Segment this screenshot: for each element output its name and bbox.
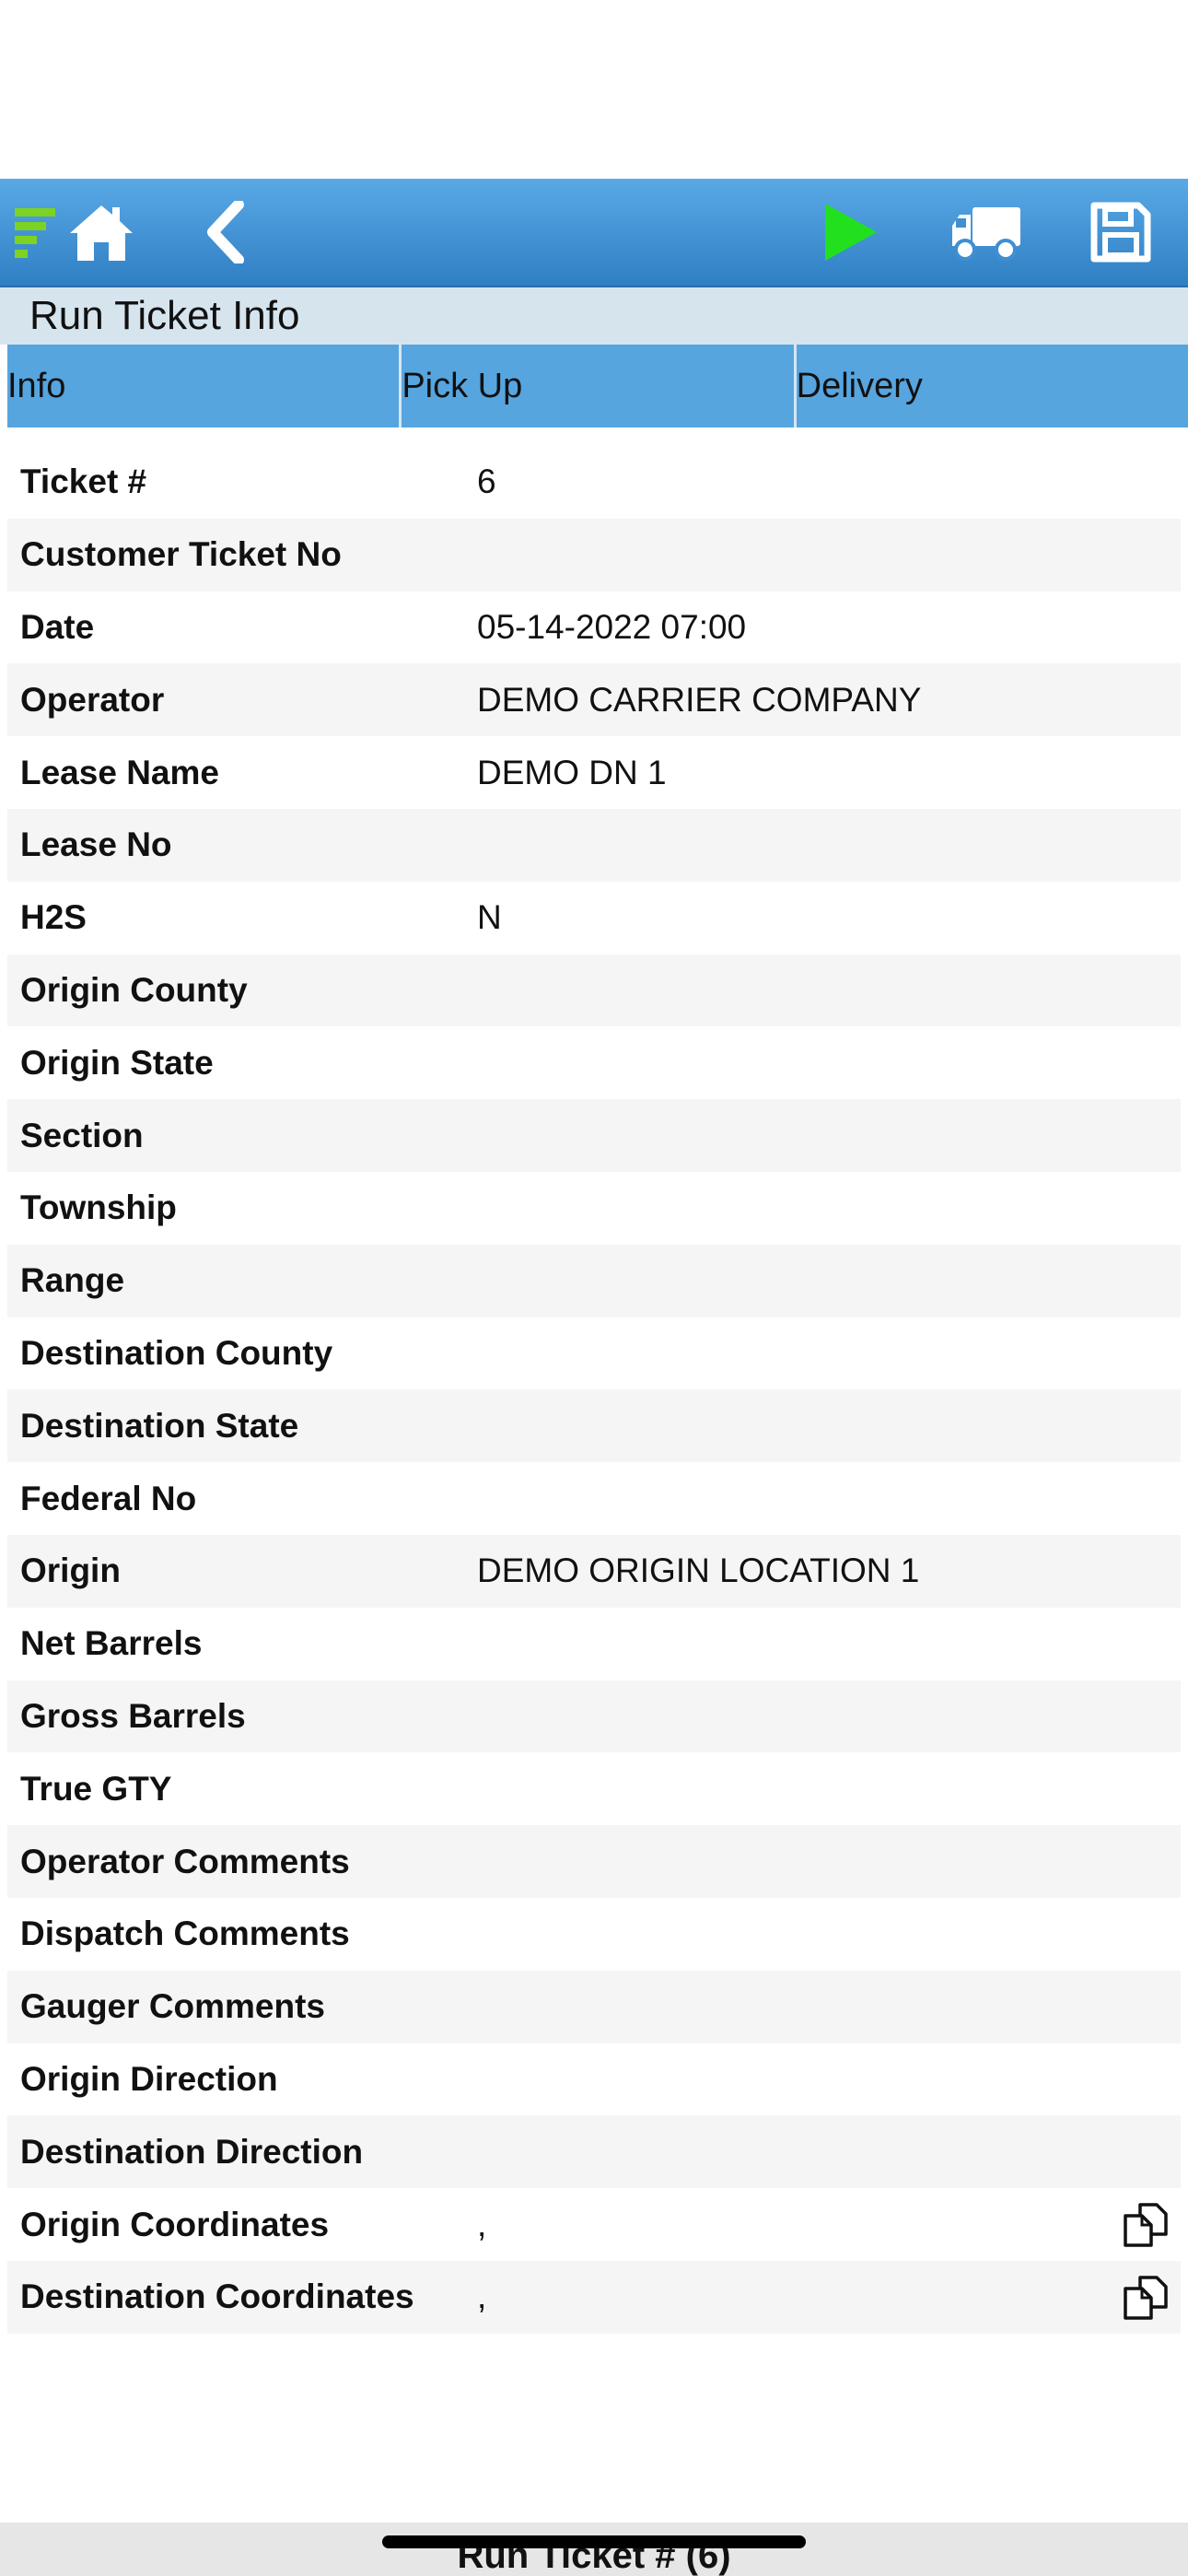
table-row: Operator DEMO CARRIER COMPANY bbox=[7, 663, 1181, 737]
field-value: DEMO DN 1 bbox=[477, 753, 667, 791]
field-label: True GTY bbox=[20, 1769, 172, 1808]
field-label: H2S bbox=[20, 898, 87, 937]
field-label: Destination Coordinates bbox=[20, 2277, 414, 2316]
table-row: Destination Direction bbox=[7, 2115, 1181, 2189]
table-row: Federal No bbox=[7, 1462, 1181, 1535]
table-row: Origin DEMO ORIGIN LOCATION 1 bbox=[7, 1534, 1181, 1608]
table-row: Origin Coordinates , bbox=[7, 2188, 1181, 2261]
field-label: Township bbox=[20, 1188, 177, 1227]
table-row: Origin Direction bbox=[7, 2043, 1181, 2116]
field-label: Operator bbox=[20, 680, 165, 719]
status-bar-area bbox=[0, 0, 1188, 179]
field-label: Gross Barrels bbox=[20, 1696, 246, 1735]
field-label: Operator Comments bbox=[20, 1842, 350, 1880]
table-row: Ticket # 6 bbox=[7, 446, 1181, 519]
ticket-info-table: Ticket # 6 Customer Ticket No Date 05-14-2… bbox=[7, 446, 1181, 2334]
copy-icon[interactable] bbox=[1122, 2201, 1170, 2249]
field-label: Destination County bbox=[20, 1333, 333, 1372]
back-icon[interactable] bbox=[195, 179, 256, 286]
field-value: N bbox=[477, 898, 502, 937]
field-label: Customer Ticket No bbox=[20, 535, 342, 574]
table-row: Gauger Comments bbox=[7, 1970, 1181, 2043]
table-row: Destination Coordinates , bbox=[7, 2260, 1181, 2334]
table-row: True GTY bbox=[7, 1752, 1181, 1826]
top-toolbar bbox=[0, 179, 1188, 287]
tab-info[interactable]: Info bbox=[7, 345, 402, 427]
section-header: Run Ticket Info bbox=[0, 287, 1188, 345]
field-label: Origin Direction bbox=[20, 2059, 278, 2098]
field-label: Origin County bbox=[20, 970, 248, 1009]
table-row: Date 05-14-2022 07:00 bbox=[7, 591, 1181, 664]
footer-bar: Run Ticket # (6) bbox=[0, 2523, 1188, 2576]
page-title: Run Ticket Info bbox=[29, 293, 300, 338]
table-row: Township bbox=[7, 1171, 1181, 1245]
field-label: Destination Direction bbox=[20, 2132, 364, 2171]
save-icon[interactable] bbox=[1087, 179, 1155, 286]
field-label: Origin bbox=[20, 1551, 121, 1590]
field-label: Origin Coordinates bbox=[20, 2205, 330, 2243]
tab-delivery[interactable]: Delivery bbox=[796, 345, 1188, 427]
field-label: Gauger Comments bbox=[20, 1987, 326, 2026]
table-row: Gross Barrels bbox=[7, 1680, 1181, 1753]
table-row: Operator Comments bbox=[7, 1825, 1181, 1898]
field-value: 05-14-2022 07:00 bbox=[477, 607, 747, 646]
field-label: Section bbox=[20, 1116, 144, 1154]
copy-icon[interactable] bbox=[1122, 2274, 1170, 2322]
field-value: , bbox=[477, 2277, 487, 2316]
table-row: Section bbox=[7, 1099, 1181, 1172]
table-row: Lease Name DEMO DN 1 bbox=[7, 736, 1181, 809]
table-row: Customer Ticket No bbox=[7, 518, 1181, 591]
tab-bar: Info Pick Up Delivery bbox=[7, 345, 1188, 427]
table-row: Lease No bbox=[7, 808, 1181, 882]
field-label: Destination State bbox=[20, 1406, 299, 1445]
truck-icon[interactable] bbox=[947, 179, 1026, 286]
table-row: Origin State bbox=[7, 1026, 1181, 1100]
field-label: Federal No bbox=[20, 1479, 197, 1517]
table-row: Origin County bbox=[7, 954, 1181, 1027]
field-value: , bbox=[477, 2205, 487, 2243]
play-icon[interactable] bbox=[815, 179, 885, 286]
field-label: Ticket # bbox=[20, 463, 147, 501]
field-value: DEMO ORIGIN LOCATION 1 bbox=[477, 1551, 920, 1590]
table-row: Net Barrels bbox=[7, 1607, 1181, 1680]
field-value: 6 bbox=[477, 463, 496, 501]
home-icon[interactable] bbox=[64, 179, 138, 286]
home-indicator[interactable] bbox=[382, 2535, 806, 2548]
field-label: Net Barrels bbox=[20, 1624, 203, 1663]
table-row: Dispatch Comments bbox=[7, 1897, 1181, 1971]
field-label: Origin State bbox=[20, 1043, 214, 1082]
field-label: Lease Name bbox=[20, 753, 219, 791]
field-label: Date bbox=[20, 607, 95, 646]
table-row: H2S N bbox=[7, 881, 1181, 954]
field-label: Dispatch Comments bbox=[20, 1914, 350, 1953]
tab-pick-up[interactable]: Pick Up bbox=[402, 345, 797, 427]
table-row: Destination County bbox=[7, 1317, 1181, 1390]
table-row: Destination State bbox=[7, 1389, 1181, 1463]
field-value: DEMO CARRIER COMPANY bbox=[477, 680, 922, 719]
field-label: Lease No bbox=[20, 825, 172, 864]
field-label: Range bbox=[20, 1261, 125, 1300]
logo-icon bbox=[13, 179, 57, 286]
table-row: Range bbox=[7, 1244, 1181, 1317]
